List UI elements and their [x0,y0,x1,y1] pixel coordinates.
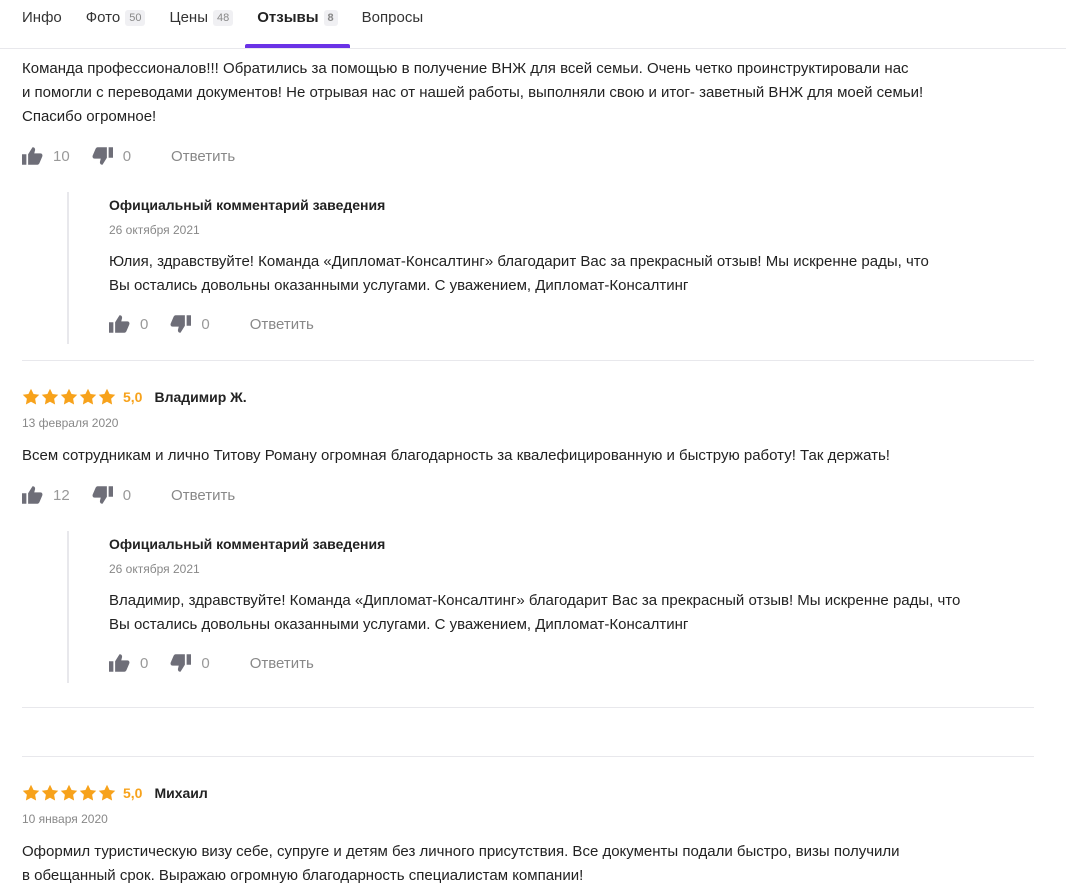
reply-button[interactable]: Ответить [171,148,235,165]
tab-label: Инфо [22,9,62,26]
official-actions: 0 0 Ответить [109,312,1034,336]
dislike-count: 0 [122,147,132,165]
star-rating [22,388,117,406]
dislike-count: 0 [201,315,210,333]
thumbs-up-icon [22,147,43,165]
official-text-line: Юлия, здравствуйте! Команда «Дипломат-Ко… [109,253,929,270]
tab-info[interactable]: Инфо [22,0,62,35]
official-text-line: Владимир, здравствуйте! Команда «Диплома… [109,592,961,609]
tab-label: Цены [169,9,208,26]
review-date: 13 февраля 2020 [22,416,119,430]
thumbs-up-icon [109,315,130,333]
star-icon [60,784,78,802]
thumbs-down-icon [92,486,113,504]
tabs-bar: Инфо Фото 50 Цены 48 Отзывы 8 Вопросы [0,0,1066,49]
like-count: 0 [140,654,149,672]
review-text-line: Спасибо огромное! [22,108,157,125]
official-comment-text: Юлия, здравствуйте! Команда «Дипломат-Ко… [109,250,1034,298]
official-comment-date: 26 октября 2021 [109,562,200,576]
official-comment-text: Владимир, здравствуйте! Команда «Диплома… [109,589,1034,637]
review-author: Михаил [154,785,208,801]
review-author: Владимир Ж. [154,389,247,405]
review-actions: 10 0 Ответить [22,144,1034,168]
like-button[interactable]: 0 [109,315,148,333]
reply-button[interactable]: Ответить [250,316,314,333]
dislike-button[interactable]: 0 [92,486,131,504]
review-item: 5,0 Владимир Ж. 13 февраля 2020 Всем сот… [22,361,1034,683]
official-comment-title: Официальный комментарий заведения [109,197,386,213]
official-comment-date: 26 октября 2021 [109,223,200,237]
official-comment: Официальный комментарий заведения 26 окт… [67,531,1034,683]
review-text: Команда профессионалов!!! Обратились за … [22,57,1034,129]
review-date: 10 января 2020 [22,812,108,826]
review-text-line: в обещанный срок. Выражаю огромную благо… [22,867,584,884]
dislike-button[interactable]: 0 [170,654,210,672]
review-item: 5,0 Михаил 10 января 2020 Оформил турист… [22,757,1034,888]
rating-score: 5,0 [123,785,143,801]
reviews-list: Команда профессионалов!!! Обратились за … [0,49,1056,888]
rating-score: 5,0 [123,389,143,405]
review-text: Всем сотрудникам и лично Титову Роману о… [22,447,890,464]
thumbs-up-icon [109,654,130,672]
official-comment: Официальный комментарий заведения 26 окт… [67,192,1034,344]
star-icon [98,388,116,406]
reply-button[interactable]: Ответить [171,487,235,504]
like-count: 0 [140,315,149,333]
tab-label: Отзывы [257,9,319,26]
reply-button[interactable]: Ответить [250,655,314,672]
star-icon [79,388,97,406]
like-count: 10 [53,147,70,165]
review-text-line: Команда профессионалов!!! Обратились за … [22,60,909,77]
tab-count: 48 [212,9,234,26]
tab-questions[interactable]: Вопросы [362,0,423,35]
star-icon [41,388,59,406]
official-text-line: Вы остались довольны оказанными услугами… [109,277,689,294]
dislike-button[interactable]: 0 [92,147,131,165]
dislike-button[interactable]: 0 [170,315,210,333]
dislike-count: 0 [201,654,210,672]
review-item: Команда профессионалов!!! Обратились за … [22,49,1034,344]
like-button[interactable]: 10 [22,147,70,165]
official-comment-title: Официальный комментарий заведения [109,536,386,552]
divider [22,707,1034,708]
tab-reviews[interactable]: Отзывы 8 [245,0,351,48]
star-icon [60,388,78,406]
tab-count: 8 [323,9,338,26]
thumbs-down-icon [92,147,113,165]
tab-photos[interactable]: Фото 50 [86,0,146,35]
star-rating [22,784,117,802]
like-button[interactable]: 0 [109,654,148,672]
tab-count: 50 [125,9,146,26]
thumbs-down-icon [170,315,192,333]
rating-row: 5,0 Михаил [22,783,1034,803]
official-text-line: Вы остались довольны оказанными услугами… [109,616,689,633]
star-icon [22,388,40,406]
review-actions: 12 0 Ответить [22,483,1034,507]
official-actions: 0 0 Ответить [109,651,1034,675]
like-count: 12 [53,486,70,504]
star-icon [98,784,116,802]
star-icon [22,784,40,802]
star-icon [41,784,59,802]
rating-row: 5,0 Владимир Ж. [22,387,1034,407]
tab-label: Вопросы [361,9,424,26]
tab-prices[interactable]: Цены 48 [169,0,234,35]
review-text: Оформил туристическую визу себе, супруге… [22,840,1034,888]
dislike-count: 0 [122,486,132,504]
thumbs-down-icon [170,654,192,672]
thumbs-up-icon [22,486,43,504]
review-text-line: Оформил туристическую визу себе, супруге… [22,843,900,860]
review-text-line: и помогли с переводами документов! Не от… [22,84,924,101]
star-icon [79,784,97,802]
like-button[interactable]: 12 [22,486,70,504]
tab-label: Фото [85,9,121,26]
